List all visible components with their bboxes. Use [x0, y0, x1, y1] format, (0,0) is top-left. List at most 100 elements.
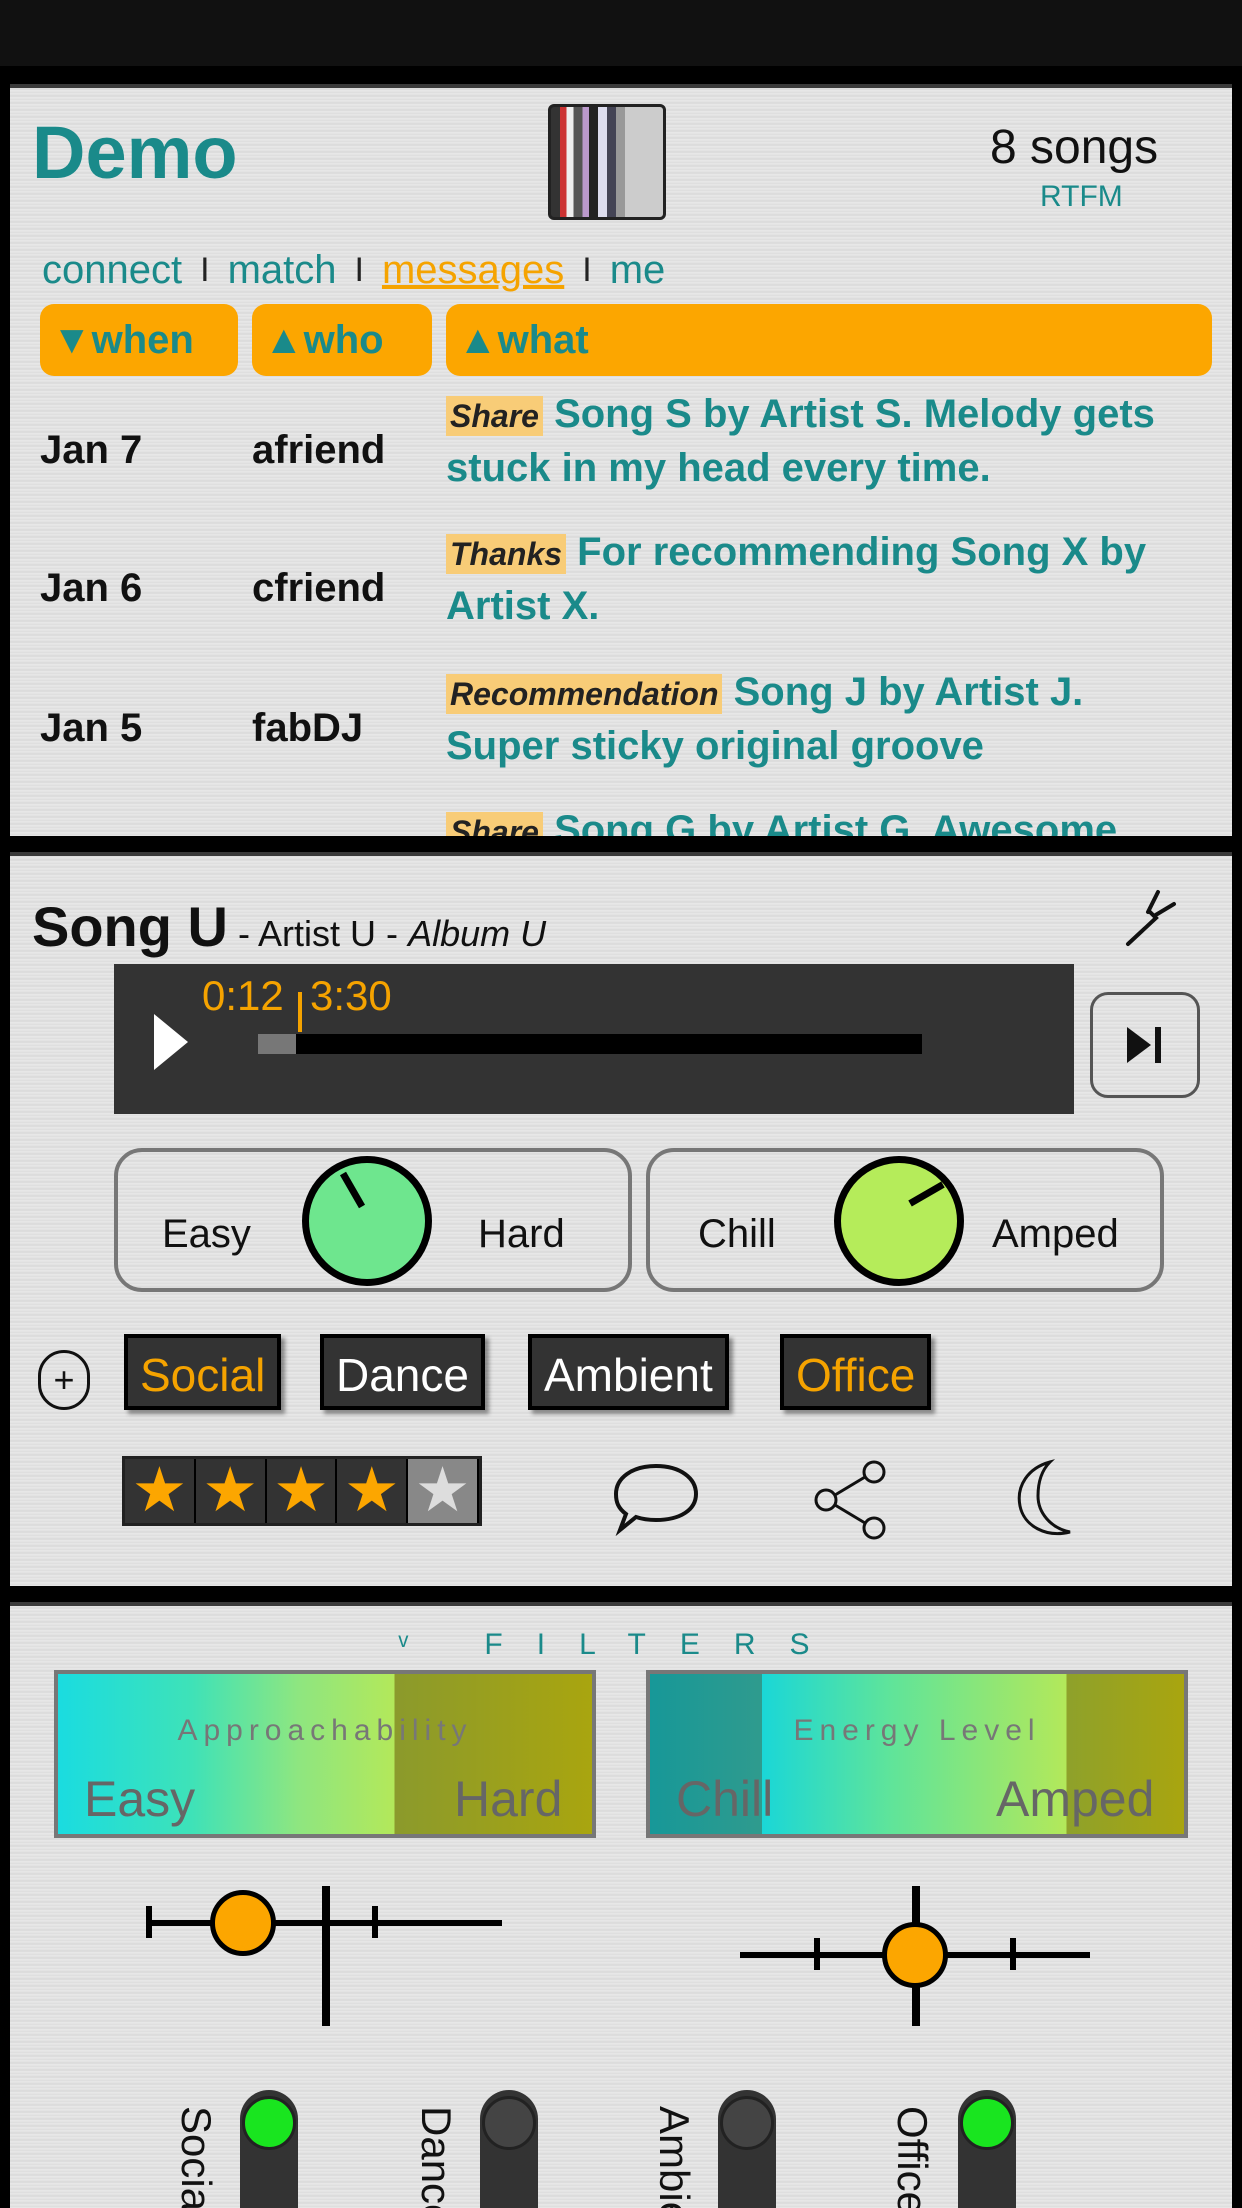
play-icon[interactable]: [154, 1014, 188, 1070]
star-icon[interactable]: ★: [337, 1459, 409, 1523]
range-center-marker: [322, 1886, 330, 2026]
toggle-office[interactable]: [958, 2090, 1016, 2208]
energy-handle[interactable]: [882, 1922, 948, 1988]
range-tick: [814, 1938, 820, 1970]
nav-me[interactable]: me: [610, 248, 666, 293]
knob-right-label: Amped: [992, 1212, 1119, 1256]
filter-left-label: Easy: [84, 1771, 196, 1827]
rtfm-link[interactable]: RTFM: [1040, 180, 1123, 214]
album-art-thumbnail[interactable]: [548, 104, 666, 220]
filter-title: Approachability: [177, 1714, 473, 1747]
knob-left-label: Chill: [698, 1212, 776, 1256]
artist-name: Artist U: [258, 913, 377, 954]
toggle-label: Social: [173, 2106, 220, 2208]
tuning-fork-icon[interactable]: [1114, 886, 1178, 950]
status-bar: [0, 0, 1242, 66]
progress-fill: [258, 1034, 296, 1054]
message-sender[interactable]: fabDJ: [252, 706, 363, 751]
sort-who-header[interactable]: ▲who: [252, 304, 432, 376]
message-row[interactable]: Share Song S by Artist S. Melody gets st…: [446, 388, 1206, 494]
add-tag-button[interactable]: +: [38, 1350, 90, 1410]
nav-messages[interactable]: messages: [382, 248, 564, 293]
message-text: Song G by Artist G. Awesome: [554, 808, 1118, 836]
energy-knob[interactable]: [834, 1156, 964, 1286]
range-tick: [372, 1906, 378, 1938]
skip-next-icon: [1127, 1027, 1161, 1063]
approachability-handle[interactable]: [210, 1890, 276, 1956]
star-icon[interactable]: ★: [125, 1459, 196, 1523]
toggle-ambient[interactable]: [718, 2090, 776, 2208]
toggle-label: Dance: [413, 2106, 460, 2208]
filter-right-label: Hard: [454, 1771, 563, 1827]
message-date: Jan 7: [40, 428, 143, 472]
approachability-knob[interactable]: [302, 1156, 432, 1286]
app-title: Demo: [32, 111, 238, 194]
star-rating[interactable]: ★ ★ ★ ★ ★: [122, 1456, 482, 1526]
tag-office[interactable]: Office: [780, 1334, 932, 1410]
toggle-label: Ambient: [651, 2106, 698, 2208]
tag-ambient[interactable]: Ambient: [528, 1334, 729, 1410]
message-tag: Share: [446, 396, 543, 436]
toggle-indicator: [960, 2096, 1014, 2150]
message-row[interactable]: Thanks For recommending Song X by Artist…: [446, 526, 1206, 632]
nav-connect[interactable]: connect: [42, 248, 182, 293]
now-playing-title: Song U - Artist U - Album U: [32, 894, 546, 959]
star-icon[interactable]: ★: [195, 1459, 267, 1523]
skip-next-button[interactable]: [1090, 992, 1200, 1098]
sort-when-header[interactable]: ▼when: [40, 304, 238, 376]
star-icon[interactable]: ★: [266, 1459, 338, 1523]
filter-left-label: Chill: [676, 1771, 774, 1827]
share-icon[interactable]: [810, 1460, 896, 1540]
title-separator: -: [238, 913, 250, 954]
album-name: Album U: [408, 913, 547, 954]
total-time: 3:30: [310, 972, 392, 1019]
approachability-knob-control: Easy Hard: [114, 1148, 632, 1292]
toggle-indicator: [242, 2096, 296, 2150]
nav-separator: I: [200, 251, 210, 289]
main-nav: connect I match I messages I me: [42, 248, 665, 293]
message-row[interactable]: Share Song G by Artist G. Awesome: [446, 804, 1206, 836]
toggle-label: Office: [889, 2106, 936, 2208]
tag-social[interactable]: Social: [124, 1334, 282, 1410]
knob-pointer: [339, 1171, 366, 1209]
filter-title: Energy Level: [793, 1714, 1041, 1747]
nav-separator: I: [582, 251, 592, 289]
audio-player: 0:12 3:30: [114, 964, 1074, 1114]
knob-right-label: Hard: [478, 1212, 565, 1256]
messages-panel: Demo 8 songs RTFM connect I match I mess…: [10, 84, 1232, 836]
message-tag: Thanks: [446, 534, 567, 574]
nav-match[interactable]: match: [228, 248, 337, 293]
energy-filter[interactable]: Energy Level Chill Amped: [646, 1670, 1188, 1838]
knob-left-label: Easy: [162, 1212, 251, 1256]
toggle-indicator: [720, 2096, 774, 2150]
energy-knob-control: Chill Amped: [646, 1148, 1164, 1292]
progress-track[interactable]: [258, 1034, 922, 1054]
moon-icon[interactable]: [1006, 1456, 1096, 1540]
title-separator: -: [386, 913, 399, 954]
message-sender[interactable]: cfriend: [252, 566, 385, 611]
tag-dance[interactable]: Dance: [320, 1334, 485, 1410]
song-count: 8 songs: [990, 121, 1159, 174]
song-title: Song U: [32, 895, 228, 958]
range-tick: [146, 1906, 152, 1938]
message-text: Song S by Artist S. Melody gets stuck in…: [446, 392, 1155, 490]
toggle-indicator: [482, 2096, 536, 2150]
message-sender[interactable]: afriend: [252, 428, 385, 473]
message-date: Jan 5: [40, 706, 143, 750]
star-icon[interactable]: ★: [408, 1459, 479, 1523]
approachability-filter[interactable]: Approachability Easy Hard: [54, 1670, 596, 1838]
message-tag: Share: [446, 812, 543, 836]
message-row[interactable]: Recommendation Song J by Artist J. Super…: [446, 666, 1206, 772]
progress-cursor[interactable]: [298, 992, 302, 1032]
filters-panel: ᵛ FILTERS Approachability Easy Hard Ener…: [10, 1602, 1232, 2208]
filters-toggle[interactable]: ᵛ FILTERS: [10, 1628, 1232, 1662]
elapsed-time: 0:12: [202, 972, 284, 1019]
message-tag: Recommendation: [446, 674, 723, 714]
toggle-social[interactable]: [240, 2090, 298, 2208]
comment-icon[interactable]: [608, 1460, 704, 1536]
now-playing-panel: Song U - Artist U - Album U 0:12 3:30 Ea…: [10, 852, 1232, 1586]
nav-separator: I: [354, 251, 364, 289]
toggle-dance[interactable]: [480, 2090, 538, 2208]
sort-what-header[interactable]: ▲what: [446, 304, 1212, 376]
range-tick: [1010, 1938, 1016, 1970]
